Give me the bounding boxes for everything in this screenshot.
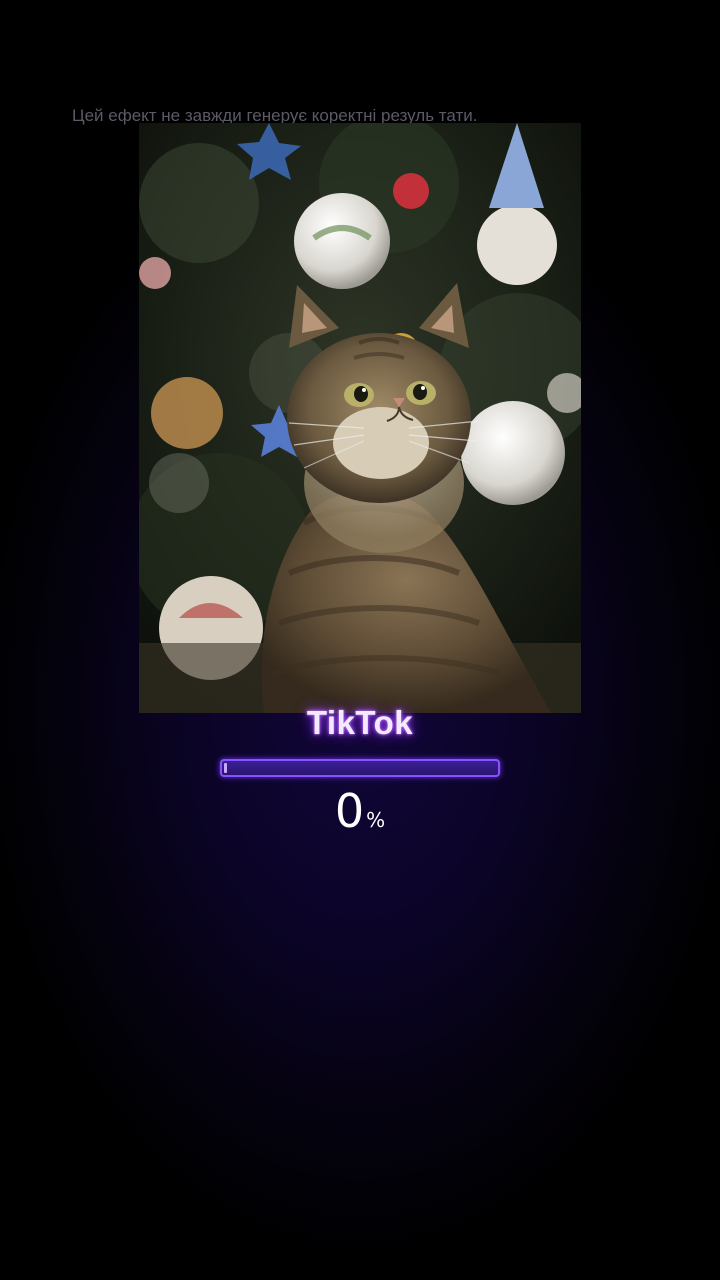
tiktok-logo-text: TikTok bbox=[306, 704, 414, 741]
effect-loading-screen: Цей ефект не завжди генерує коректні рез… bbox=[0, 0, 720, 1280]
cat-photo bbox=[139, 123, 581, 713]
progress-bar bbox=[220, 759, 500, 777]
percent-sign: % bbox=[366, 808, 386, 832]
progress-percent-value: 0 bbox=[334, 784, 365, 838]
progress-percentage: 0% bbox=[0, 784, 720, 838]
progress-start-marker bbox=[224, 763, 227, 773]
